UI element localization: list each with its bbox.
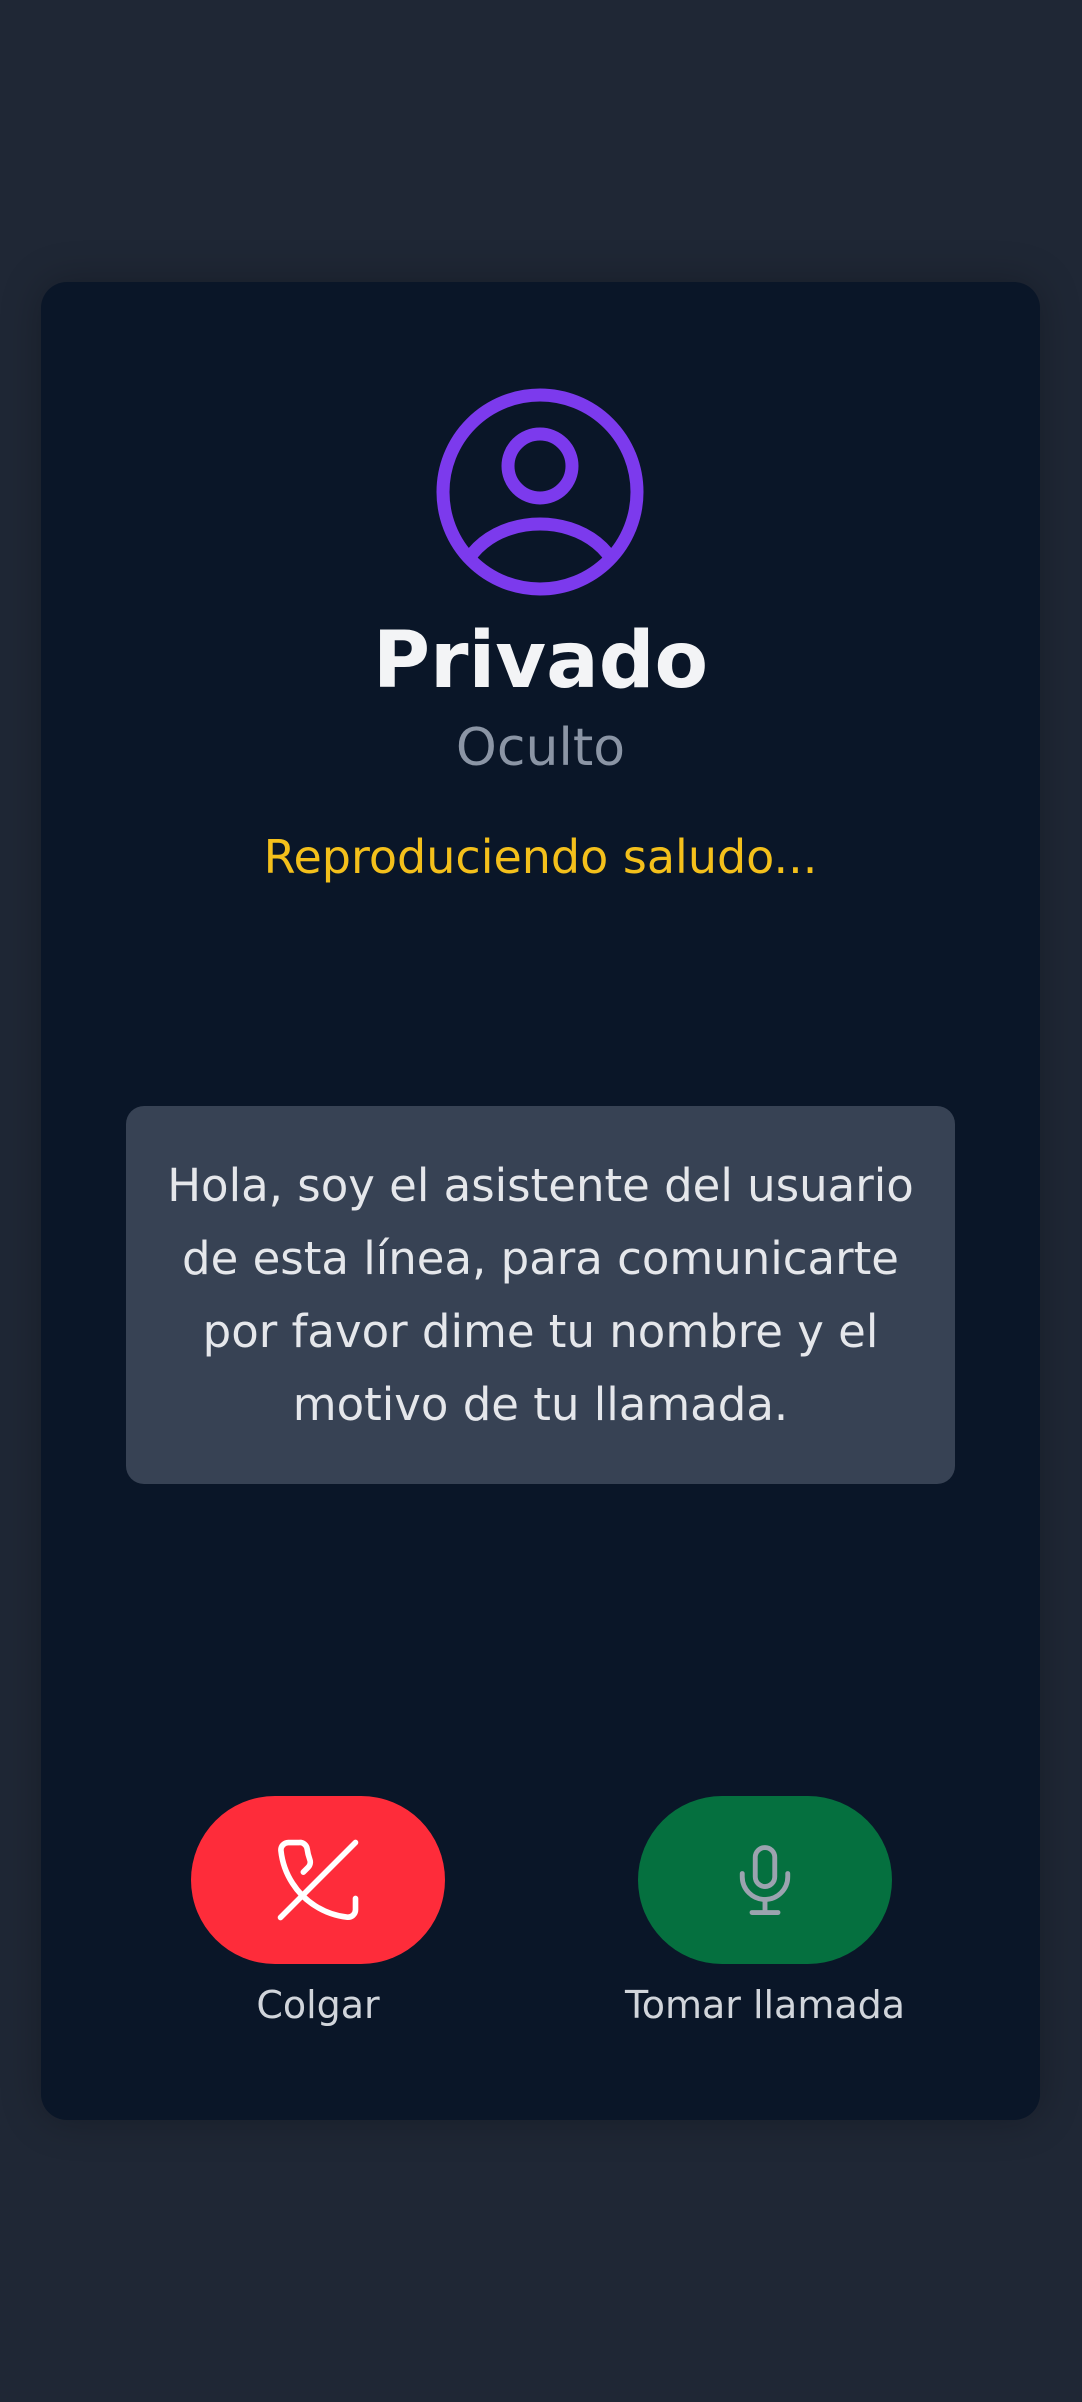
take-call-button[interactable]	[638, 1796, 892, 1964]
microphone-icon	[739, 1845, 791, 1915]
hangup-label: Colgar	[256, 1983, 380, 2027]
greeting-transcript: Hola, soy el asistente del usuario de es…	[126, 1106, 955, 1484]
greeting-text: Hola, soy el asistente del usuario de es…	[167, 1159, 914, 1431]
caller-name: Privado	[372, 616, 709, 706]
phone-hangup-icon	[277, 1839, 359, 1921]
caller-avatar	[436, 388, 644, 596]
hangup-button[interactable]	[191, 1796, 445, 1964]
call-status: Reproduciendo saludo...	[263, 830, 818, 884]
user-circle-icon	[436, 388, 644, 596]
take-call-action: Tomar llamada	[625, 1796, 905, 2024]
take-call-label: Tomar llamada	[624, 1983, 906, 2027]
hangup-action: Colgar	[191, 1796, 445, 2024]
caller-number: Oculto	[455, 718, 626, 778]
call-screen-card: Privado Oculto Reproduciendo saludo... H…	[41, 282, 1040, 2120]
